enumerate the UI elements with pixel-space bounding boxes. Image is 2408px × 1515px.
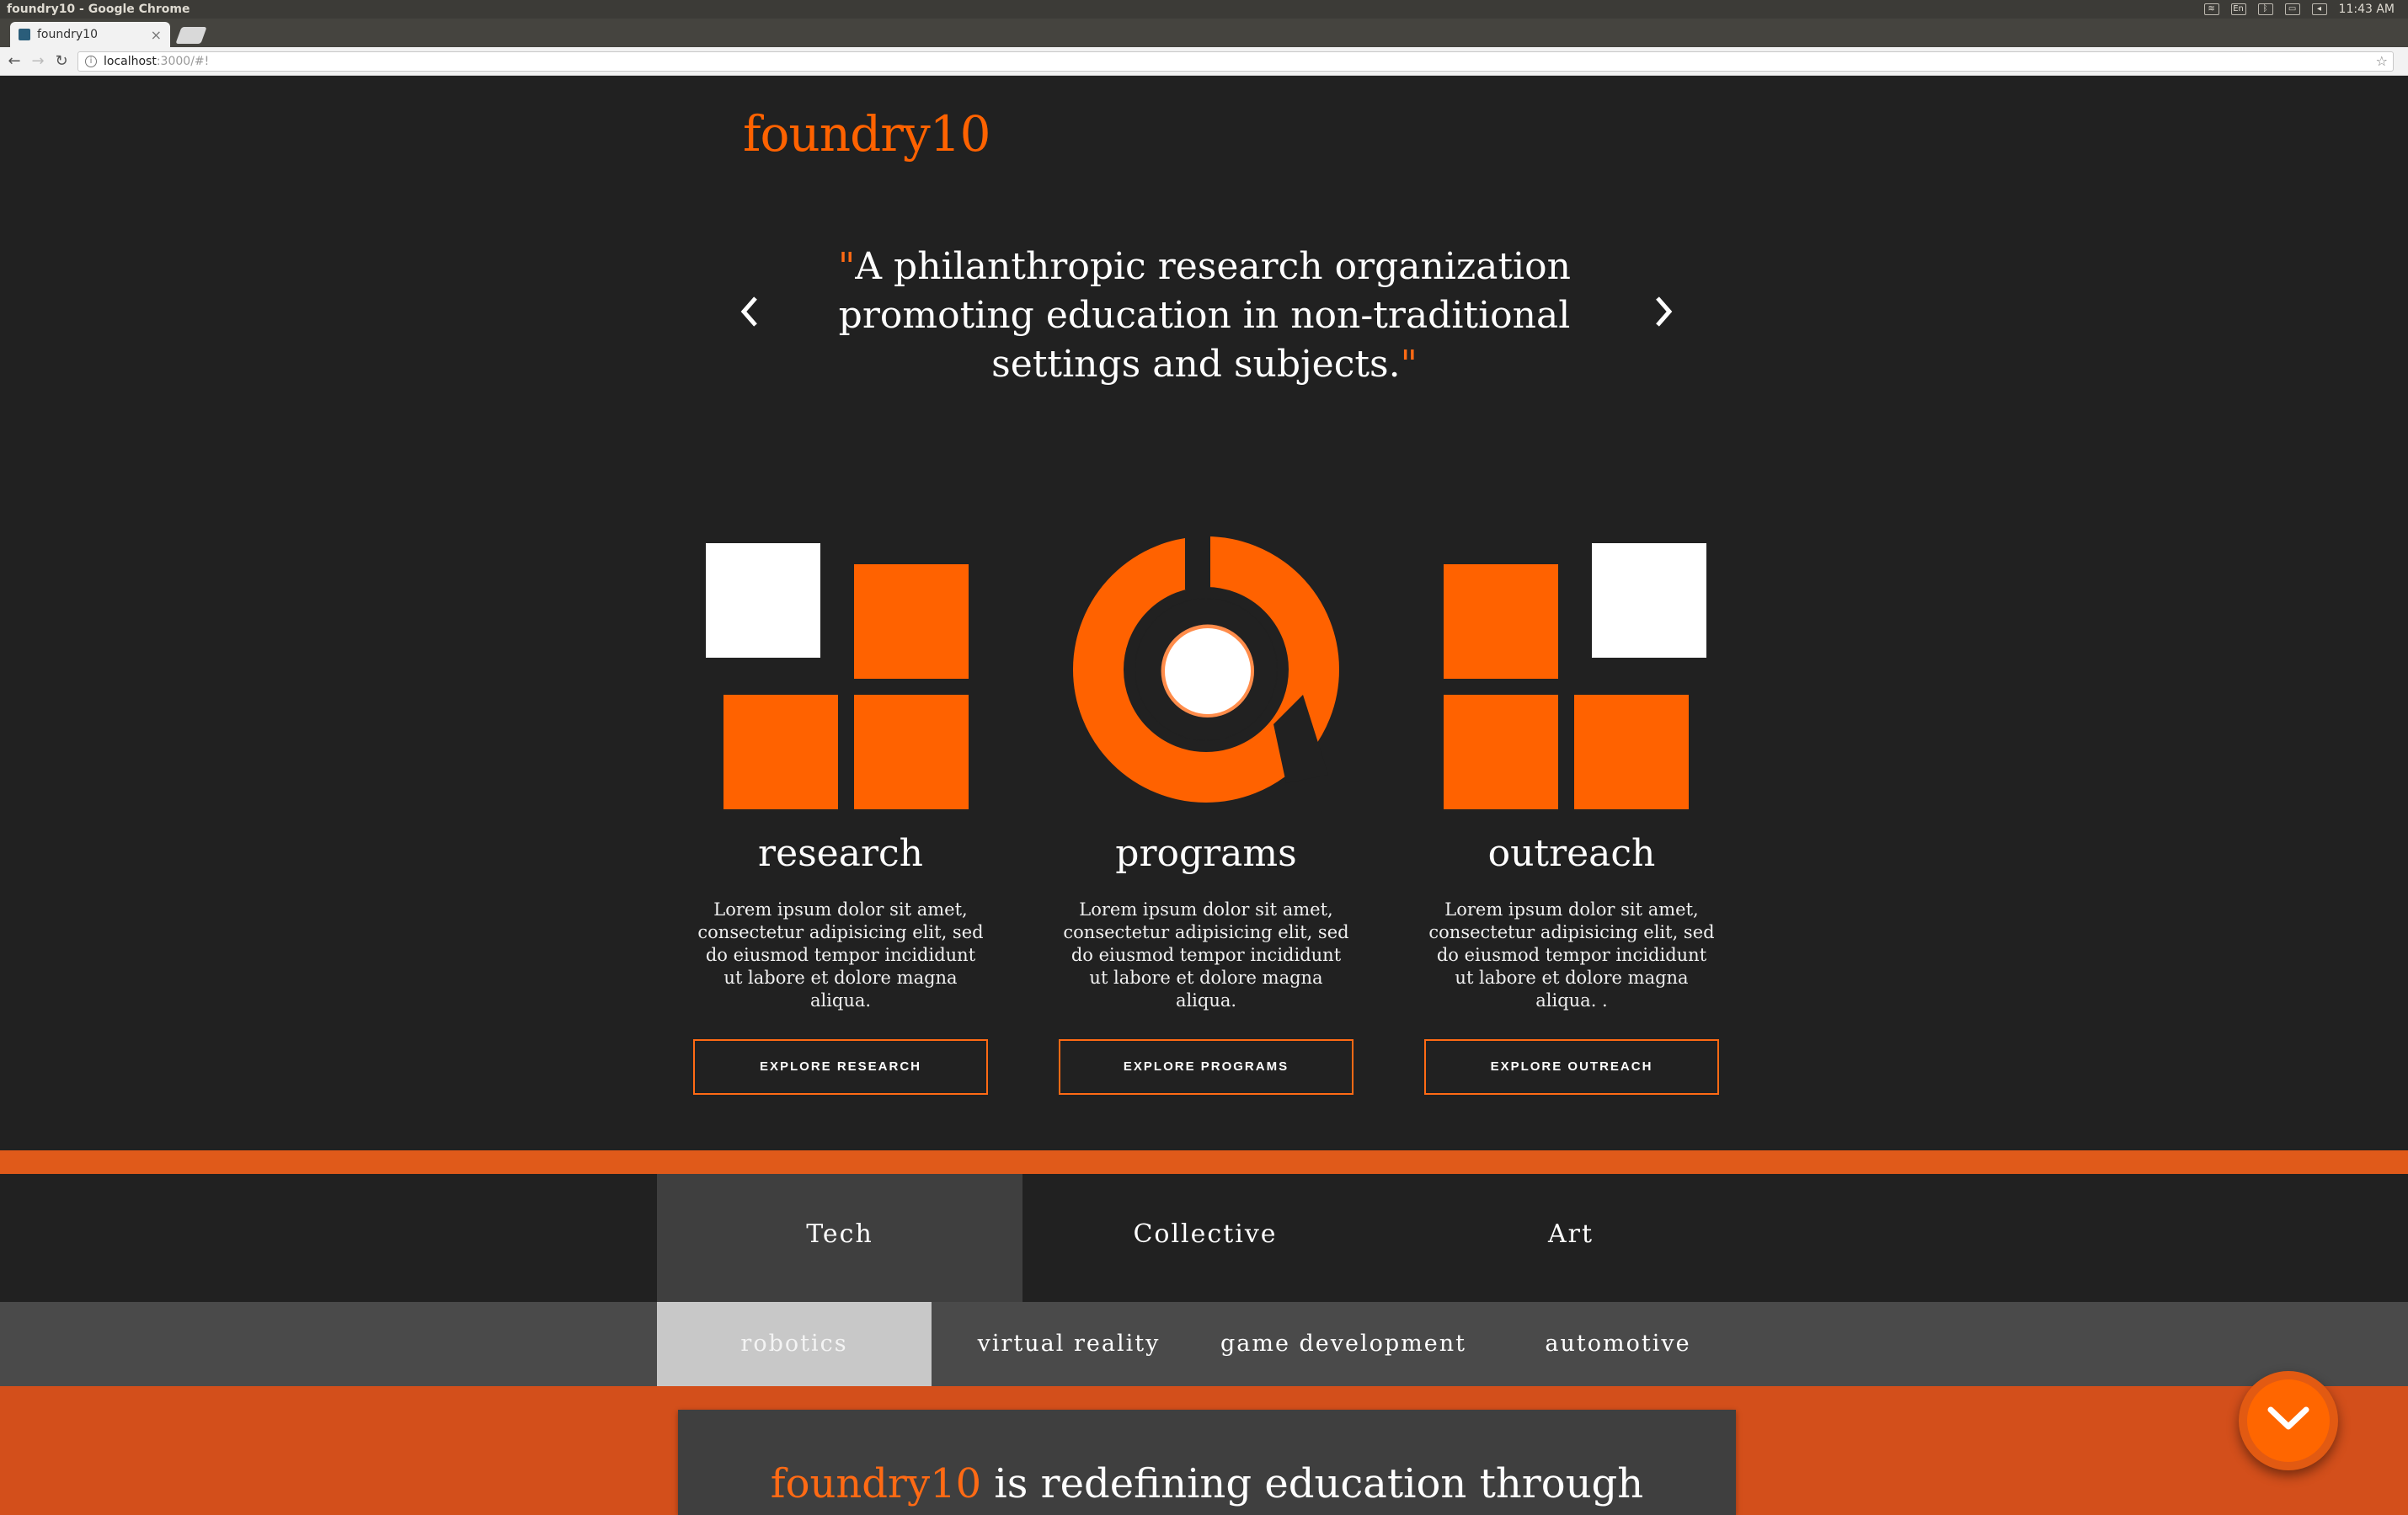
research-column: research Lorem ipsum dolor sit amet, con… — [693, 522, 988, 1095]
hero-quote-text: A philanthropic research organization pr… — [838, 245, 1571, 386]
wifi-icon[interactable]: ≋ — [2203, 3, 2219, 15]
address-bar[interactable]: i localhost:3000/#! ☆ — [77, 51, 2394, 72]
window-title: foundry10 - Google Chrome — [7, 3, 190, 16]
tab-title: foundry10 — [37, 28, 98, 41]
programs-column: programs Lorem ipsum dolor sit amet, con… — [1059, 522, 1353, 1095]
browser-tab[interactable]: foundry10 × — [10, 22, 170, 47]
outreach-description: Lorem ipsum dolor sit amet, consectetur … — [1428, 899, 1715, 1011]
outreach-squares-icon — [1424, 522, 1719, 809]
programs-title: programs — [1115, 832, 1297, 875]
chevron-right-icon[interactable] — [1647, 293, 1680, 333]
bookmark-star-icon[interactable]: ☆ — [2376, 52, 2388, 71]
tab-collective[interactable]: Collective — [1022, 1174, 1388, 1302]
subtab-virtual-reality[interactable]: virtual reality — [932, 1302, 1206, 1386]
favicon-icon — [19, 29, 30, 40]
tab-tech[interactable]: Tech — [657, 1174, 1022, 1302]
outreach-title: outreach — [1487, 832, 1656, 875]
system-tray: ≋ En ᛒ ▭ ◂ 11:43 AM — [2203, 0, 2395, 19]
close-tab-icon[interactable]: × — [151, 27, 162, 43]
tab-strip: foundry10 × — [0, 19, 2408, 47]
category-tabs: Tech Collective Art — [0, 1174, 2408, 1302]
back-arrow-icon[interactable]: ← — [5, 52, 24, 71]
subtab-game-development[interactable]: game development — [1206, 1302, 1481, 1386]
section-divider — [0, 1150, 2408, 1174]
clock[interactable]: 11:43 AM — [2339, 0, 2395, 19]
os-top-bar: foundry10 - Google Chrome ≋ En ᛒ ▭ ◂ 11:… — [0, 0, 2408, 19]
research-description: Lorem ipsum dolor sit amet, consectetur … — [697, 899, 984, 1011]
open-quote-mark: " — [838, 245, 856, 288]
chevron-left-icon[interactable] — [733, 293, 766, 333]
site-logo[interactable]: foundry10 — [743, 105, 991, 163]
close-quote-mark: " — [1400, 343, 1418, 386]
intro-heading: foundry10 is redefining education throug… — [678, 1464, 1736, 1504]
info-icon[interactable]: i — [85, 56, 97, 67]
new-tab-button[interactable] — [175, 27, 207, 44]
url-host: localhost — [104, 55, 157, 68]
intro-heading-text: is redefining education through — [981, 1460, 1644, 1507]
chevron-down-icon — [2267, 1406, 2309, 1430]
explore-research-button[interactable]: EXPLORE RESEARCH — [693, 1039, 988, 1095]
intro-brand: foundry10 — [770, 1460, 982, 1507]
tab-art[interactable]: Art — [1388, 1174, 1754, 1302]
outreach-column: outreach Lorem ipsum dolor sit amet, con… — [1424, 522, 1719, 1095]
hero-quote: "A philanthropic research organization p… — [809, 243, 1600, 389]
browser-toolbar: ← → ↻ i localhost:3000/#! ☆ — [0, 47, 2408, 76]
subcategory-tabs: robotics virtual reality game developmen… — [0, 1302, 2408, 1386]
battery-icon[interactable]: ▭ — [2284, 3, 2300, 15]
research-title: research — [758, 832, 923, 875]
url-path: :3000/#! — [156, 55, 210, 68]
keyboard-layout-indicator[interactable]: En — [2230, 3, 2246, 15]
explore-outreach-button[interactable]: EXPLORE OUTREACH — [1424, 1039, 1719, 1095]
reload-icon[interactable]: ↻ — [52, 52, 71, 71]
research-squares-icon — [693, 522, 988, 809]
programs-description: Lorem ipsum dolor sit amet, consectetur … — [1063, 899, 1349, 1011]
subtab-robotics[interactable]: robotics — [657, 1302, 932, 1386]
volume-icon[interactable]: ◂ — [2311, 3, 2327, 15]
forward-arrow-icon[interactable]: → — [29, 52, 47, 71]
scroll-down-button[interactable] — [2239, 1371, 2338, 1470]
intro-card: foundry10 is redefining education throug… — [678, 1410, 1736, 1515]
subtab-automotive[interactable]: automotive — [1481, 1302, 1755, 1386]
programs-target-icon — [1059, 522, 1353, 808]
bluetooth-icon[interactable]: ᛒ — [2257, 3, 2273, 15]
explore-programs-button[interactable]: EXPLORE PROGRAMS — [1059, 1039, 1353, 1095]
